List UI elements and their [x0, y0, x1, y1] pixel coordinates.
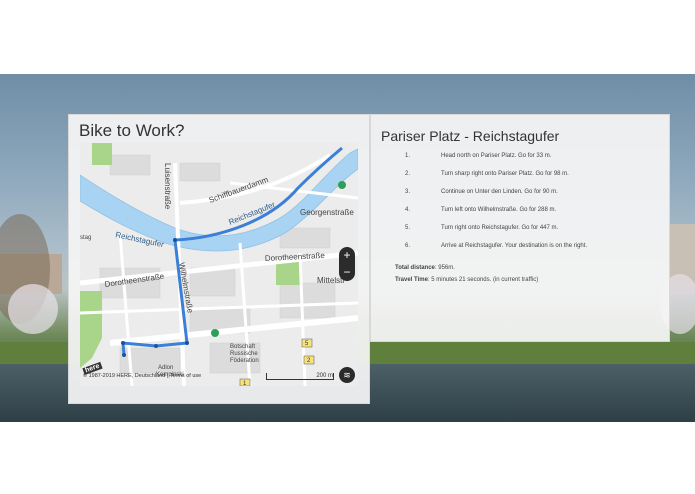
route-waypoint: [122, 353, 126, 357]
street-label: Georgenstraße: [300, 208, 354, 217]
card-title: Bike to Work?: [79, 121, 185, 140]
transit-s-icon: [338, 181, 346, 189]
map-canvas[interactable]: Schiffbauerdamm Reichstagufer Georgenstr…: [80, 143, 358, 386]
layers-icon[interactable]: ≋: [339, 367, 355, 383]
route-waypoint: [185, 341, 189, 345]
street-label: Luisenstraße: [163, 163, 172, 210]
directions-card: Pariser Platz - Reichstagufer 1. Head nor…: [370, 114, 670, 342]
directions-title: Pariser Platz - Reichstagufer: [381, 128, 560, 144]
zoom-out-button[interactable]: −: [339, 264, 355, 281]
direction-step: 2. Turn sharp right onto Pariser Platz. G…: [405, 171, 569, 177]
route-waypoint: [154, 344, 158, 348]
route-waypoint: [121, 341, 125, 345]
poi-label: Russische: [230, 351, 258, 357]
travel-time: Travel Time: 5 minutes 21 seconds. (in c…: [395, 277, 539, 283]
route-waypoint: [173, 238, 177, 242]
poi-label: Föderation: [230, 358, 259, 364]
zoom-control: + −: [339, 247, 355, 281]
park-area: [92, 143, 112, 165]
direction-step: 6. Arrive at Reichstagufer. Your destinat…: [405, 243, 588, 249]
zoom-in-button[interactable]: +: [339, 247, 355, 264]
map-card: Bike to Work? Schiffbauerdamm Reichstagu…: [68, 114, 370, 404]
poi-label: Botschaft: [230, 344, 255, 350]
park-area: [80, 291, 102, 368]
street-label: stag: [80, 235, 91, 241]
street-label: Dorotheenstraße: [265, 251, 326, 263]
directions-list: 1. Head north on Pariser Platz. Go for 33…: [393, 153, 663, 261]
direction-step: 4. Turn left onto Wilhelmstraße. Go for 2…: [405, 207, 557, 213]
total-distance: Total distance: 956m.: [395, 265, 455, 271]
poi-label: Adlon: [158, 365, 173, 371]
park-area: [276, 261, 300, 285]
map-copyright[interactable]: © 1987-2019 HERE, Deutschland | Terms of…: [83, 373, 201, 379]
direction-step: 5. Turn right onto Reichstagufer. Go for …: [405, 225, 559, 231]
transit-s-icon: [211, 329, 219, 337]
route-map[interactable]: Schiffbauerdamm Reichstagufer Georgenstr…: [80, 143, 358, 386]
map-scale-bar: 200 m: [266, 373, 334, 380]
direction-step: 3. Continue on Unter den Linden. Go for 9…: [405, 189, 558, 195]
direction-step: 1. Head north on Pariser Platz. Go for 33…: [405, 153, 552, 159]
